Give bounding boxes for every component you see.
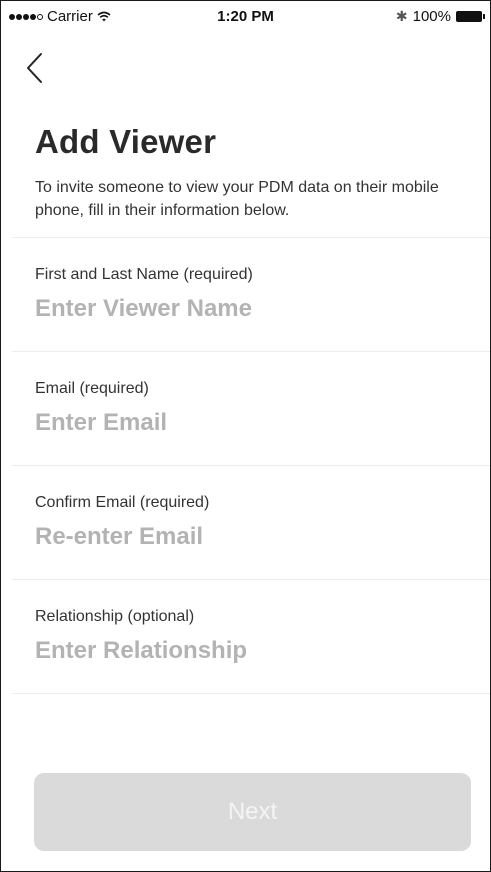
divider <box>12 693 490 694</box>
next-button[interactable]: Next <box>34 773 471 851</box>
email-field-group: Email (required) <box>12 352 490 465</box>
confirm-email-field-group: Confirm Email (required) <box>12 466 490 579</box>
email-field-label: Email (required) <box>35 380 149 397</box>
status-right: ✱ 100% <box>395 8 485 25</box>
viewer-name-input[interactable] <box>35 294 455 324</box>
status-bar: Carrier 1:20 PM ✱ 100% <box>1 1 490 31</box>
add-viewer-form: First and Last Name (required) Email (re… <box>12 237 490 694</box>
battery-percent: 100% <box>412 8 451 25</box>
intro-description: To invite someone to view your PDM data … <box>35 179 439 219</box>
name-field-label: First and Last Name (required) <box>35 266 253 283</box>
name-field-group: First and Last Name (required) <box>12 238 490 351</box>
relationship-input[interactable] <box>35 636 455 666</box>
email-input[interactable] <box>35 408 455 438</box>
battery-icon <box>456 11 485 22</box>
back-button[interactable] <box>25 51 49 85</box>
add-viewer-screen: Carrier 1:20 PM ✱ 100% Add Viewer To inv… <box>0 0 491 872</box>
relationship-field-group: Relationship (optional) <box>12 580 490 693</box>
chevron-left-icon <box>27 53 42 83</box>
page-title: Add Viewer <box>35 123 217 160</box>
confirm-email-input[interactable] <box>35 522 455 552</box>
relationship-field-label: Relationship (optional) <box>35 608 195 625</box>
bluetooth-icon: ✱ <box>395 8 408 24</box>
confirm-email-field-label: Confirm Email (required) <box>35 494 210 511</box>
